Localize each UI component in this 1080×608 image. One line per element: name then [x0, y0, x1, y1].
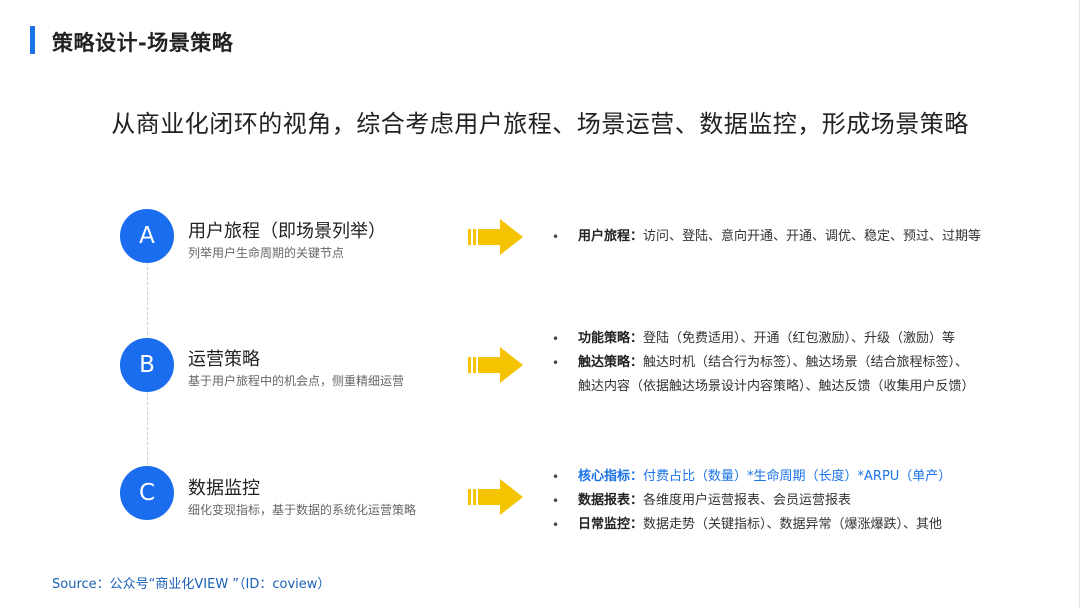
list-item: • 用户旅程：访问、登陆、意向开通、开通、调优、稳定、预过、过期等	[552, 225, 981, 249]
bullet-label: 功能策略：	[578, 331, 644, 346]
step-a-badge: A	[120, 209, 174, 263]
list-item: • 数据报表：各维度用户运营报表、会员运营报表	[552, 489, 951, 513]
step-c-title: 数据监控	[188, 478, 260, 499]
bullet-dot: •	[552, 518, 560, 532]
step-c-bullets: • 核心指标：付费占比（数量）*生命周期（长度）*ARPU（单产） • 数据报表…	[552, 465, 951, 537]
bullet-text: 各维度用户运营报表、会员运营报表	[643, 493, 852, 508]
step-c-description: 细化变现指标，基于数据的系统化运营策略	[188, 503, 417, 517]
bullet-text: 访问、登陆、意向开通、开通、调优、稳定、预过、过期等	[643, 229, 982, 244]
bullet-label: 用户旅程：	[578, 229, 644, 244]
step-b-title: 运营策略	[188, 349, 260, 370]
bullet-text: 触达时机（结合行为标签）、触达场景（结合旅程标签）、	[643, 355, 969, 370]
bullet-text: 付费占比（数量）*生命周期（长度）*ARPU（单产）	[643, 469, 952, 484]
bullet-text-continued: 触达内容（依据触达场景设计内容策略）、触达反馈（收集用户反馈）	[578, 379, 975, 394]
bullet-dot: •	[552, 356, 560, 370]
step-b-badge: B	[120, 338, 174, 392]
bullet-label: 触达策略：	[578, 355, 644, 370]
bullet-dot: •	[552, 230, 560, 244]
bullet-dot: •	[552, 494, 560, 508]
bullet-label: 日常监控：	[578, 517, 644, 532]
bullet-label: 数据报表：	[578, 493, 644, 508]
bullet-dot: •	[552, 470, 560, 484]
page-title: 策略设计-场景策略	[52, 31, 234, 55]
arrow-right-icon	[468, 347, 523, 383]
list-item: • 日常监控：数据走势（关键指标）、数据异常（爆涨爆跌）、其他	[552, 513, 951, 537]
list-item-continuation: 触达内容（依据触达场景设计内容策略）、触达反馈（收集用户反馈）	[552, 375, 975, 399]
bullet-text: 数据走势（关键指标）、数据异常（爆涨爆跌）、其他	[643, 517, 943, 532]
list-item: • 核心指标：付费占比（数量）*生命周期（长度）*ARPU（单产）	[552, 465, 951, 489]
step-a-title: 用户旅程（即场景列举）	[188, 221, 386, 242]
bullet-dot: •	[552, 332, 560, 346]
step-a-description: 列举用户生命周期的关键节点	[188, 246, 345, 260]
list-item: • 功能策略：登陆（免费适用）、开通（红包激励）、升级（激励）等	[552, 327, 975, 351]
step-c-badge: C	[120, 466, 174, 520]
bullet-label: 核心指标：	[578, 469, 644, 484]
title-accent-bar	[30, 26, 35, 54]
bullet-text: 登陆（免费适用）、开通（红包激励）、升级（激励）等	[643, 331, 956, 346]
arrow-right-icon	[468, 479, 523, 515]
source-footnote: Source：公众号“商业化VIEW ”（ID：coview）	[52, 577, 331, 592]
step-b-bullets: • 功能策略：登陆（免费适用）、开通（红包激励）、升级（激励）等 • 触达策略：…	[552, 327, 975, 399]
step-b-description: 基于用户旅程中的机会点，侧重精细运营	[188, 374, 405, 388]
list-item: • 触达策略：触达时机（结合行为标签）、触达场景（结合旅程标签）、	[552, 351, 975, 375]
step-a-bullets: • 用户旅程：访问、登陆、意向开通、开通、调优、稳定、预过、过期等	[552, 225, 981, 249]
arrow-right-icon	[468, 219, 523, 255]
page-subtitle: 从商业化闭环的视角，综合考虑用户旅程、场景运营、数据监控，形成场景策略	[111, 110, 969, 138]
